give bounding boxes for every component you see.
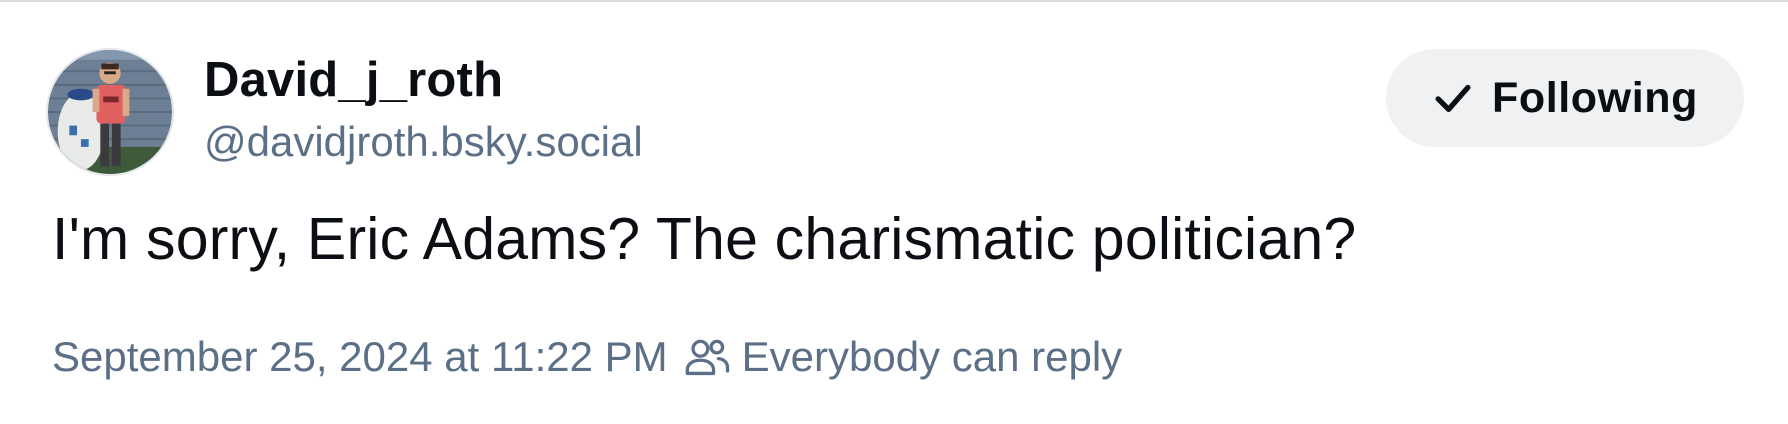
following-button[interactable]: Following <box>1386 49 1744 147</box>
checkmark-icon <box>1435 84 1471 112</box>
post-card: David_j_roth @davidjroth.bsky.social Fol… <box>0 0 1788 424</box>
author-avatar[interactable] <box>46 48 174 176</box>
author-display-name[interactable]: David_j_roth <box>204 52 503 108</box>
post-timestamp[interactable]: September 25, 2024 at 11:22 PM <box>52 333 668 381</box>
post-text: I'm sorry, Eric Adams? The charismatic p… <box>52 206 1357 272</box>
reply-setting-label[interactable]: Everybody can reply <box>742 333 1123 381</box>
post-meta: September 25, 2024 at 11:22 PM Everybody… <box>52 333 1122 381</box>
avatar-photo <box>48 50 172 174</box>
people-icon <box>685 339 729 376</box>
author-handle[interactable]: @davidjroth.bsky.social <box>204 118 643 166</box>
following-button-label: Following <box>1491 73 1699 122</box>
